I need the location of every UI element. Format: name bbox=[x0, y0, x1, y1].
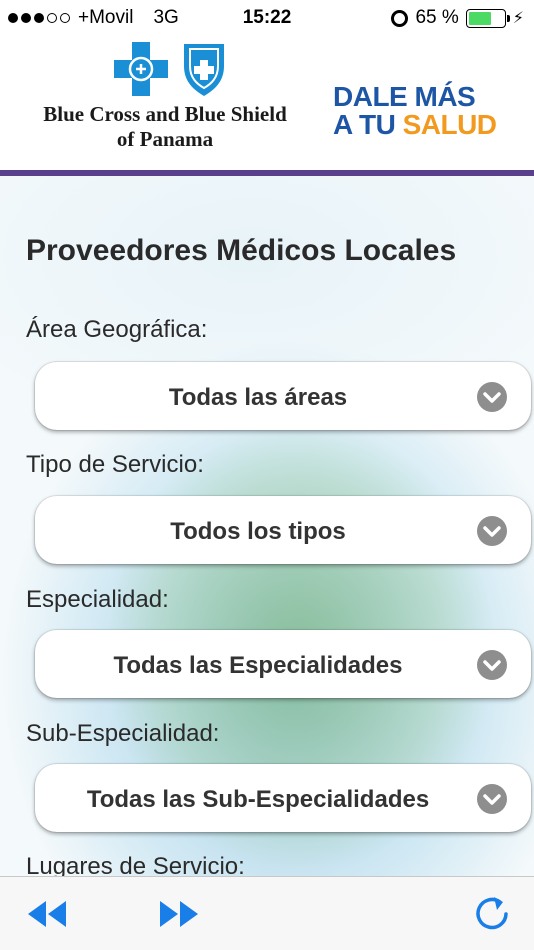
chevron-down-icon bbox=[477, 382, 507, 412]
forward-button[interactable] bbox=[158, 897, 202, 931]
select-sub-specialty-value: Todas las Sub-Especialidades bbox=[86, 786, 430, 813]
chevron-down-icon bbox=[477, 516, 507, 546]
fast-forward-icon bbox=[160, 901, 198, 927]
select-area[interactable]: Todas las áreas bbox=[35, 362, 531, 430]
slogan: DALE MÁS A TU SALUD bbox=[333, 81, 497, 140]
charging-icon: ⚡ bbox=[512, 10, 524, 27]
select-area-value: Todas las áreas bbox=[168, 384, 348, 411]
blue-shield-logo-icon bbox=[184, 44, 224, 96]
brand-name: Blue Cross and Blue Shield of Panama bbox=[43, 102, 287, 151]
alarm-icon bbox=[391, 9, 409, 27]
chevron-down-icon bbox=[477, 650, 507, 680]
field-label-specialty: Especialidad: bbox=[26, 586, 169, 613]
select-service-type-value: Todos los tipos bbox=[170, 518, 346, 545]
battery-icon bbox=[465, 8, 510, 28]
status-right: 65 % ⚡ bbox=[391, 7, 524, 29]
brand-logos bbox=[112, 40, 228, 98]
select-specialty[interactable]: Todas las Especialidades bbox=[35, 630, 531, 698]
select-sub-specialty[interactable]: Todas las Sub-Especialidades bbox=[35, 764, 531, 832]
field-label-service-locations: Lugares de Servicio: bbox=[26, 853, 245, 876]
app-header: Blue Cross and Blue Shield of Panama DAL… bbox=[0, 36, 534, 170]
page-title: Proveedores Médicos Locales bbox=[26, 234, 457, 267]
main-content: Proveedores Médicos Locales Área Geográf… bbox=[0, 176, 534, 876]
chevron-down-icon bbox=[477, 784, 507, 814]
field-label-area: Área Geográfica: bbox=[26, 316, 208, 343]
select-service-type[interactable]: Todos los tipos bbox=[35, 496, 531, 564]
select-specialty-value: Todas las Especialidades bbox=[113, 652, 403, 679]
battery-percentage: 65 % bbox=[415, 7, 459, 28]
blue-cross-logo-icon bbox=[114, 42, 168, 96]
refresh-button[interactable] bbox=[470, 893, 514, 930]
field-label-sub-specialty: Sub-Especialidad: bbox=[26, 720, 220, 747]
bottom-toolbar bbox=[0, 876, 534, 950]
refresh-icon bbox=[476, 897, 508, 930]
back-button[interactable] bbox=[24, 897, 68, 931]
field-label-service-type: Tipo de Servicio: bbox=[26, 451, 204, 478]
rewind-icon bbox=[28, 901, 66, 927]
status-bar: +Movil 3G 15:22 65 % ⚡ bbox=[0, 0, 534, 36]
